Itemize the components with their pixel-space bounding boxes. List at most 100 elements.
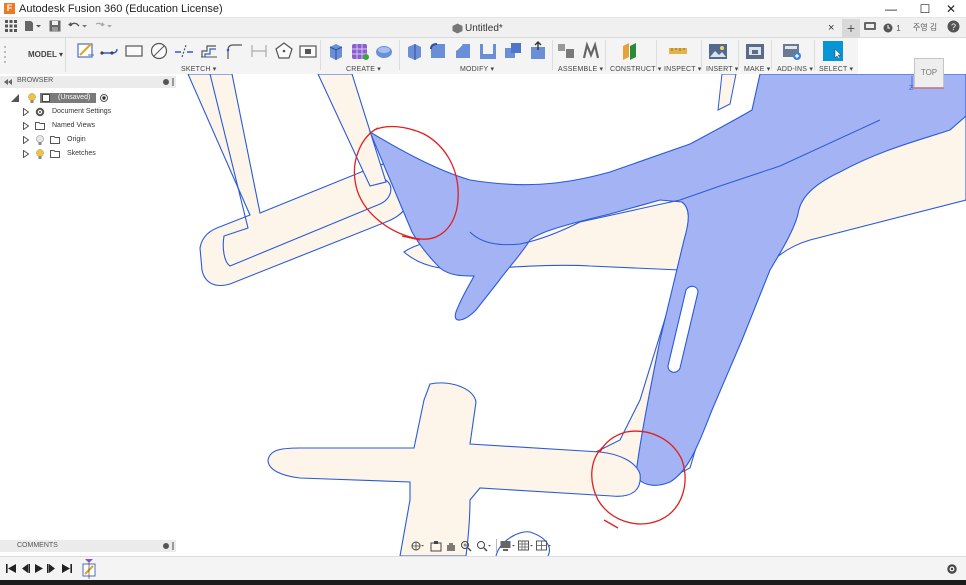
toolbar-separator [552, 40, 553, 70]
toolbar-separator [701, 40, 702, 70]
insert-canvas-icon[interactable] [708, 41, 728, 61]
workspace-switcher[interactable]: MODEL ▾ [8, 38, 66, 72]
notification-count[interactable]: 1 [882, 20, 902, 36]
insert-image-icon[interactable] [298, 41, 318, 61]
help-button[interactable]: ? [946, 20, 960, 36]
close-window-button[interactable]: ✕ [936, 1, 966, 17]
inspect-group-label[interactable]: INSPECT ▾ [664, 65, 701, 73]
sketch-notch-top[interactable] [717, 74, 737, 111]
browser-item-sketches[interactable]: Sketches [0, 148, 176, 160]
activate-radio-icon[interactable] [100, 94, 108, 102]
new-component-icon[interactable] [556, 41, 576, 61]
create-sketch-icon[interactable] [76, 41, 96, 61]
grid-settings-icon[interactable] [518, 540, 534, 552]
minimize-button[interactable]: — [876, 1, 906, 17]
chamfer-icon[interactable] [453, 41, 473, 61]
shell-icon[interactable] [478, 41, 498, 61]
expand-arrow-icon[interactable] [11, 94, 19, 102]
assemble-group-label[interactable]: ASSEMBLE ▾ [558, 65, 603, 73]
combine-icon[interactable] [503, 41, 523, 61]
addins-group-label[interactable]: ADD-INS ▾ [777, 65, 813, 73]
viewports-icon[interactable] [536, 540, 552, 552]
browser-item-document-settings[interactable]: Document Settings [0, 106, 176, 118]
polygon-tool-icon[interactable] [274, 41, 294, 61]
timeline-settings-icon[interactable] [946, 563, 958, 575]
expand-arrow-icon[interactable] [23, 122, 29, 130]
browser-item-origin[interactable]: Origin [0, 134, 176, 146]
toolbar-separator [605, 40, 606, 70]
select-group-label[interactable]: SELECT ▾ [819, 65, 853, 73]
user-account-menu[interactable]: 주영 김 [910, 20, 940, 36]
sketch-group-label[interactable]: SKETCH ▾ [181, 65, 216, 73]
offset-plane-icon[interactable] [620, 41, 640, 61]
panel-resize-handle[interactable] [172, 78, 174, 86]
root-component-label[interactable]: (Unsaved) [40, 93, 96, 103]
add-comment-icon[interactable] [163, 543, 169, 549]
browser-root-row[interactable]: (Unsaved) [0, 92, 176, 104]
browser-item-named-views[interactable]: Named Views [0, 120, 176, 132]
save-icon[interactable] [48, 20, 62, 36]
play-icon[interactable] [34, 564, 43, 573]
pan-icon[interactable] [445, 540, 457, 552]
document-tab[interactable]: Untitled* [440, 20, 540, 37]
press-pull-icon[interactable] [404, 41, 424, 61]
browser-panel-header[interactable]: BROWSER [0, 76, 176, 88]
step-forward-icon[interactable] [47, 564, 57, 573]
ribbon-toolbar: MODEL ▾ SKETCH ▾ CREATE ▾ MODIFY ▾ ASSEM… [0, 38, 858, 74]
extrude-icon[interactable] [326, 41, 346, 61]
make-group-label[interactable]: MAKE ▾ [744, 65, 771, 73]
visibility-bulb-icon[interactable] [28, 93, 36, 103]
undo-icon[interactable] [66, 20, 90, 36]
insert-group-label[interactable]: INSERT ▾ [706, 65, 738, 73]
panel-resize-handle[interactable] [172, 542, 174, 550]
collapse-panel-icon[interactable] [4, 79, 12, 85]
line-tool-icon[interactable] [100, 41, 120, 61]
rectangle-tool-icon[interactable] [124, 41, 144, 61]
select-icon[interactable] [823, 41, 843, 61]
display-settings-icon[interactable] [500, 540, 516, 552]
workspace-label: MODEL ▾ [28, 50, 63, 59]
look-at-icon[interactable] [430, 540, 442, 552]
job-status-icon[interactable] [862, 20, 878, 36]
step-back-icon[interactable] [20, 564, 30, 573]
modify-group-label[interactable]: MODIFY ▾ [460, 65, 494, 73]
timeline-sketch-feature[interactable] [82, 559, 96, 579]
nav-separator [496, 539, 497, 552]
redo-icon[interactable] [92, 20, 114, 36]
offset-tool-icon[interactable] [199, 41, 219, 61]
close-tab-button[interactable]: × [828, 20, 840, 37]
fillet-icon[interactable] [428, 41, 448, 61]
app-grid-icon[interactable] [4, 20, 18, 36]
create-group-label[interactable]: CREATE ▾ [346, 65, 381, 73]
fillet-sketch-icon[interactable] [224, 41, 244, 61]
toolbar-grip-icon[interactable] [3, 44, 7, 66]
visibility-bulb-icon[interactable] [36, 149, 44, 159]
create-box-icon[interactable] [374, 41, 394, 61]
circle-tool-icon[interactable] [149, 41, 169, 61]
expand-arrow-icon[interactable] [23, 108, 29, 116]
trim-tool-icon[interactable] [174, 41, 194, 61]
create-form-icon[interactable] [350, 41, 370, 61]
visibility-bulb-off-icon[interactable] [36, 135, 44, 145]
expand-arrow-icon[interactable] [23, 136, 29, 144]
fit-window-icon[interactable] [476, 540, 492, 552]
construct-group-label[interactable]: CONSTRUCT ▾ [610, 65, 661, 73]
go-to-start-icon[interactable] [6, 564, 16, 573]
sketch-slot-upper[interactable] [317, 74, 387, 187]
measure-icon[interactable] [668, 41, 688, 61]
3d-print-icon[interactable] [745, 41, 765, 61]
comments-panel[interactable]: COMMENTS [0, 540, 176, 552]
orbit-icon[interactable] [410, 540, 424, 552]
zoom-icon[interactable] [460, 540, 472, 552]
panel-options-icon[interactable] [163, 79, 169, 85]
align-icon[interactable] [528, 41, 548, 61]
new-tab-button[interactable]: + [842, 19, 860, 37]
sketch-profile-cross[interactable] [267, 382, 641, 556]
expand-arrow-icon[interactable] [23, 150, 29, 158]
go-to-end-icon[interactable] [62, 564, 72, 573]
joint-icon[interactable] [581, 41, 601, 61]
sketch-dimension-icon[interactable] [249, 41, 269, 61]
file-menu-icon[interactable] [24, 20, 42, 36]
scripts-addins-icon[interactable] [782, 41, 802, 61]
design-canvas[interactable] [0, 74, 966, 556]
